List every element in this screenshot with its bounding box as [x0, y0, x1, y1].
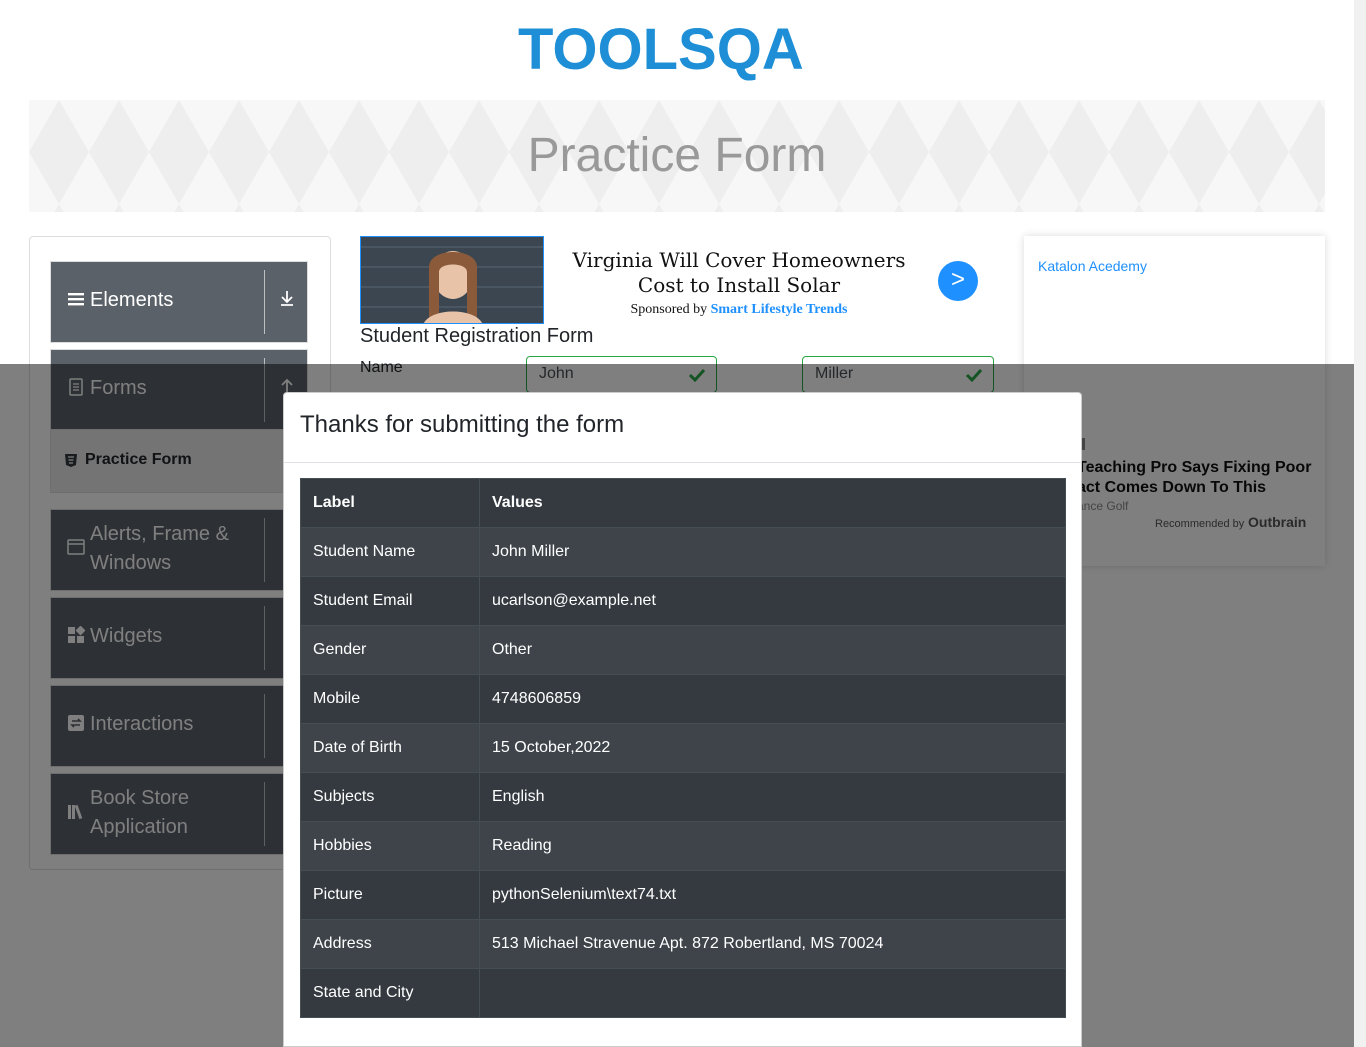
row-label: Hobbies: [300, 821, 480, 871]
table-row: Hobbies Reading: [300, 821, 1066, 871]
table-row: State and City: [300, 968, 1066, 1018]
logo-graphic: TOOLSQA: [518, 17, 804, 82]
table-header-row: Label Values: [300, 478, 1066, 528]
ad-photo: [361, 237, 543, 323]
scrollbar[interactable]: [1354, 0, 1366, 1047]
row-label: Gender: [300, 625, 480, 675]
sidebar-group-label: Elements: [90, 289, 174, 311]
row-value: 4748606859: [479, 674, 1066, 724]
divider: [264, 270, 265, 334]
row-value: 513 Michael Stravenue Apt. 872 Robertlan…: [479, 919, 1066, 969]
column-header-label: Label: [300, 478, 480, 528]
table-row: Picture pythonSelenium\text74.txt: [300, 870, 1066, 920]
list-icon: [68, 293, 84, 306]
row-value: Reading: [479, 821, 1066, 871]
arrow-down-icon[interactable]: [277, 288, 297, 308]
table-row: Subjects English: [300, 772, 1066, 822]
ad-image[interactable]: [360, 236, 544, 324]
row-label: Student Email: [300, 576, 480, 626]
table-row: Student Name John Miller: [300, 527, 1066, 577]
table-row: Mobile 4748606859: [300, 674, 1066, 724]
table-row: Date of Birth 15 October,2022: [300, 723, 1066, 773]
table-row: Address 513 Michael Stravenue Apt. 872 Ro…: [300, 919, 1066, 969]
modal-header: Thanks for submitting the form: [284, 393, 1081, 463]
modal-title: Thanks for submitting the form: [300, 411, 625, 438]
row-label: State and City: [300, 968, 480, 1018]
ad-sponsor-name[interactable]: Smart Lifestyle Trends: [711, 302, 848, 317]
row-label: Picture: [300, 870, 480, 920]
row-label: Date of Birth: [300, 723, 480, 773]
row-label: Subjects: [300, 772, 480, 822]
ad-sponsor-prefix: Sponsored by: [630, 302, 708, 317]
row-value: ucarlson@example.net: [479, 576, 1066, 626]
ad-next-button[interactable]: >: [938, 261, 978, 301]
katalon-link[interactable]: Katalon Acedemy: [1038, 258, 1147, 274]
sidebar-group-elements[interactable]: Elements: [50, 261, 308, 343]
row-value: [479, 968, 1066, 1018]
row-label: Student Name: [300, 527, 480, 577]
logo-text: TOOLSQA: [518, 17, 804, 82]
ad-headline[interactable]: Virginia Will Cover Homeowners Cost to I…: [566, 248, 912, 298]
row-label: Mobile: [300, 674, 480, 724]
ad-sponsor: Sponsored by Smart Lifestyle Trends: [566, 302, 912, 318]
toolsqa-logo[interactable]: TOOLSQA: [518, 14, 840, 94]
row-value: Other: [479, 625, 1066, 675]
table-row: Gender Other: [300, 625, 1066, 675]
page-title: Practice Form: [527, 129, 827, 182]
results-table: Label Values Student Name John Miller Stu…: [300, 478, 1066, 1018]
sponsored-ad[interactable]: Virginia Will Cover Homeowners Cost to I…: [360, 236, 994, 324]
column-header-values: Values: [479, 478, 1066, 528]
row-value: English: [479, 772, 1066, 822]
row-value: John Miller: [479, 527, 1066, 577]
submission-modal: Thanks for submitting the form Label Val…: [283, 392, 1082, 1047]
form-title: Student Registration Form: [360, 325, 594, 347]
row-label: Address: [300, 919, 480, 969]
table-row: Student Email ucarlson@example.net: [300, 576, 1066, 626]
row-value: pythonSelenium\text74.txt: [479, 870, 1066, 920]
page-banner: Practice Form: [29, 100, 1325, 212]
row-value: 15 October,2022: [479, 723, 1066, 773]
